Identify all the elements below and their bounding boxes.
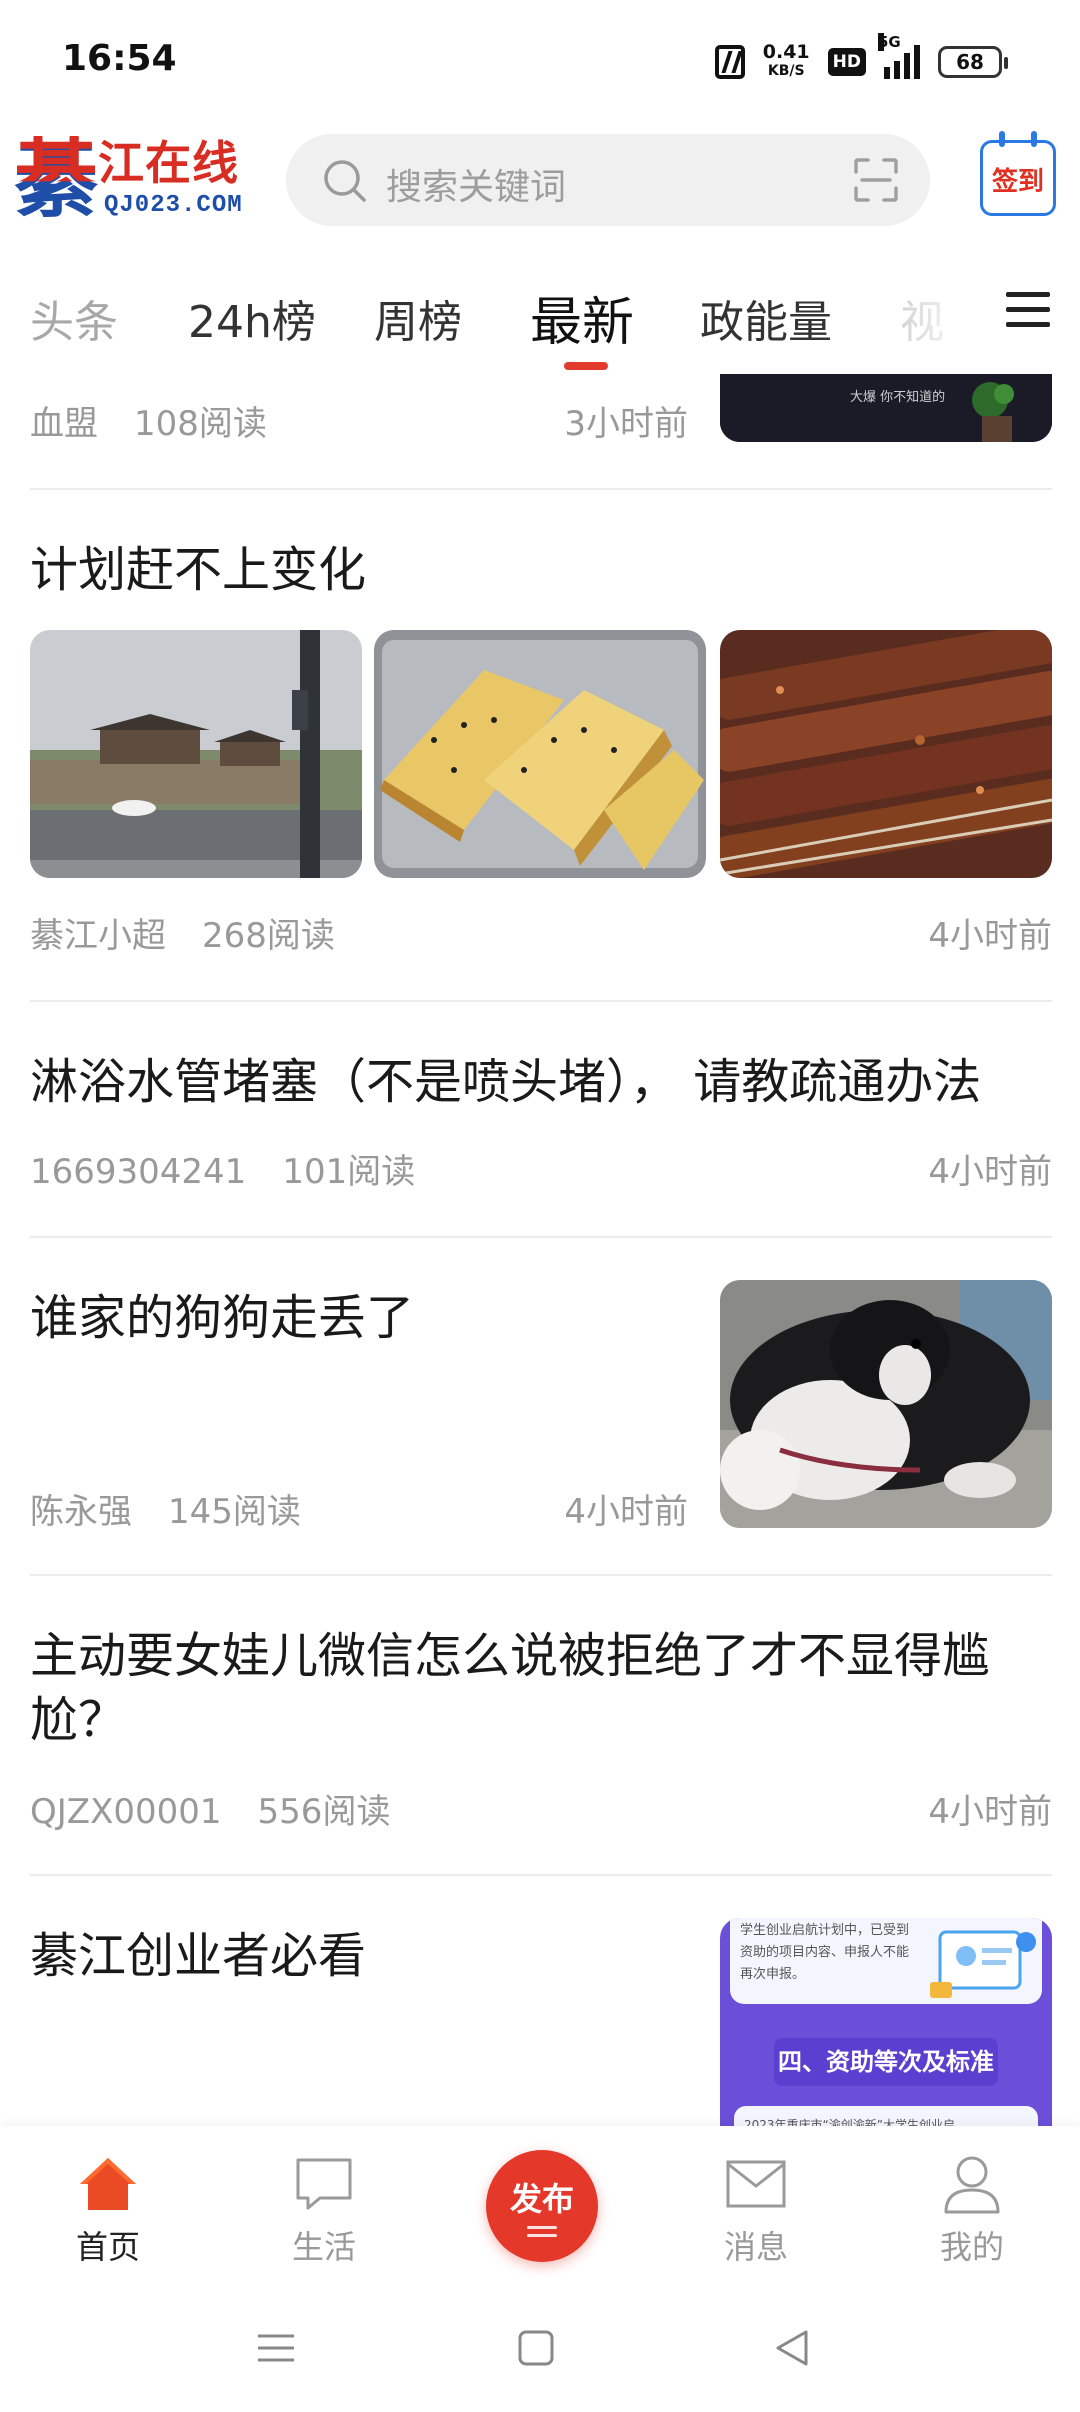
nav-home[interactable]: 首页 [28, 2152, 188, 2282]
battery-level: 68 [956, 50, 984, 74]
item-image-skewers [720, 630, 1052, 878]
item-time: 4小时前 [928, 1152, 1052, 1192]
item-time: 4小时前 [928, 916, 1052, 956]
nfc-icon [714, 45, 745, 79]
item-author: 陈永强 [30, 1492, 132, 1532]
network-type-label: 5G [878, 33, 901, 51]
tab-latest[interactable]: 最新 [530, 280, 634, 355]
home-button-icon[interactable] [516, 2328, 556, 2368]
publish-label: 发布 [509, 2180, 574, 2218]
logo-domain: QJ023.COM [104, 192, 243, 219]
active-tab-indicator [564, 362, 608, 370]
logo-name: 江在线 [98, 136, 239, 190]
recent-apps-icon[interactable] [256, 2328, 296, 2368]
search-placeholder: 搜索关键词 [386, 167, 567, 208]
item-title: 綦江创业者必看 [30, 1928, 367, 1984]
network-speed-unit: KB/S [767, 63, 805, 79]
checkin-button[interactable]: 签到 [980, 131, 1056, 216]
poster-line: 再次申报。 [740, 1967, 806, 1982]
item-reads: 145阅读 [168, 1492, 301, 1532]
back-icon[interactable] [772, 2328, 812, 2368]
category-tabs: 头条 24h榜 周榜 最新 政能量 视 [0, 264, 1080, 374]
item-title: 淋浴水管堵塞（不是喷头堵）， 请教疏通办法 [30, 1054, 982, 1110]
item-title: 计划赶不上变化 [30, 542, 367, 598]
publish-lines-icon [527, 2226, 557, 2237]
poster-line: 学生创业启航计划中，已受到 [740, 1923, 910, 1938]
divider [30, 1236, 1052, 1238]
poster-heading: 四、资助等次及标准 [774, 2038, 998, 2086]
battery-icon: 68 [938, 46, 1008, 78]
item-reads: 268阅读 [202, 916, 335, 956]
hd-icon: HD [827, 48, 866, 76]
item-reads: 108阅读 [134, 404, 267, 444]
item-title: 谁家的狗狗走丢了 [30, 1290, 415, 1346]
nav-life[interactable]: 生活 [244, 2152, 404, 2282]
publish-button[interactable]: 发布 [486, 2150, 598, 2262]
divider [30, 488, 1052, 490]
nav-life-label: 生活 [291, 2228, 356, 2266]
item-time: 4小时前 [928, 1792, 1052, 1832]
logo-char: 綦 綦 [14, 129, 99, 229]
system-navigation-bar [0, 2292, 1080, 2412]
search-icon [324, 160, 366, 202]
item-reads: 101阅读 [282, 1152, 416, 1192]
status-bar: 16:54 0.41 KB/S HD 5G 68 [0, 0, 1080, 120]
mail-icon [726, 2160, 786, 2208]
item-author: 1669304241 [30, 1152, 247, 1192]
item-image-dog [720, 1280, 1052, 1528]
network-speed: 0.41 KB/S [763, 43, 810, 81]
item-author: 綦江小超 [30, 916, 166, 956]
network-speed-value: 0.41 [762, 41, 810, 63]
nav-home-label: 首页 [75, 2228, 140, 2266]
search-input[interactable]: 搜索关键词 [286, 134, 930, 226]
nav-mine[interactable]: 我的 [892, 2152, 1052, 2282]
checkin-label: 签到 [991, 167, 1044, 197]
item-image-poster: 学生创业启航计划中，已受到 资助的项目内容、申报人不能 再次申报。 四、资助等次… [720, 1918, 1052, 2126]
divider [30, 1000, 1052, 1002]
chat-bubble-icon [296, 2158, 352, 2210]
poster-illustration [930, 1930, 1036, 1998]
status-time: 16:54 [62, 38, 177, 79]
thumbnail-caption: 大爆 你不知道的 [850, 390, 946, 405]
news-feed: 血盟 108阅读 3小时前 大爆 你不知道的 计划赶不上变化 綦江小超 268阅… [0, 374, 1080, 2126]
tabs-fade [890, 264, 1000, 364]
item-meta: QJZX00001 556阅读 [30, 1784, 390, 1833]
item-image-city-gate [30, 630, 362, 878]
tab-24h-rank[interactable]: 24h榜 [188, 286, 316, 350]
poster-footer: 2023年重庆市“渝创渝新”大学生创业启 [744, 2118, 955, 2126]
thumbnail-banner-image [720, 374, 1052, 442]
tab-headlines[interactable]: 头条 [30, 286, 118, 350]
item-meta: 綦江小超 268阅读 [30, 908, 335, 957]
signal-icon: 5G [878, 33, 920, 79]
item-reads: 556阅读 [257, 1792, 391, 1832]
app-header: 綦 綦 江在线 QJ023.COM 搜索关键词 签到 [0, 124, 1080, 242]
user-icon [944, 2156, 1000, 2214]
item-author: 血盟 [30, 404, 98, 444]
item-thumbnail: 大爆 你不知道的 [720, 374, 1052, 442]
item-title: 主动要女娃儿微信怎么说被拒绝了才不显得尴尬？ [30, 1628, 991, 1748]
item-meta: 1669304241 101阅读 [30, 1144, 415, 1193]
scan-icon[interactable] [852, 156, 900, 204]
divider [30, 1874, 1052, 1876]
menu-icon[interactable] [1006, 290, 1050, 330]
status-icons: 0.41 KB/S HD 5G 68 [714, 33, 1008, 84]
item-time: 3小时前 [564, 404, 688, 444]
bottom-tab-bar: 首页 生活 发布 消息 我的 [0, 2126, 1080, 2292]
tab-weekly-rank[interactable]: 周榜 [374, 286, 462, 350]
nav-messages-label: 消息 [723, 2228, 788, 2266]
poster-line: 资助的项目内容、申报人不能 [740, 1945, 910, 1960]
home-icon [80, 2158, 136, 2210]
item-meta: 血盟 108阅读 [30, 396, 267, 445]
tab-positive-energy[interactable]: 政能量 [700, 286, 832, 350]
item-image-toasted-tofu [374, 630, 706, 878]
divider [30, 1574, 1052, 1576]
item-time: 4小时前 [564, 1492, 688, 1532]
item-author: QJZX00001 [30, 1792, 222, 1832]
nav-messages[interactable]: 消息 [676, 2152, 836, 2282]
nav-mine-label: 我的 [939, 2228, 1004, 2266]
item-meta: 陈永强 145阅读 [30, 1484, 301, 1533]
site-logo[interactable]: 綦 綦 江在线 QJ023.COM [12, 132, 252, 232]
